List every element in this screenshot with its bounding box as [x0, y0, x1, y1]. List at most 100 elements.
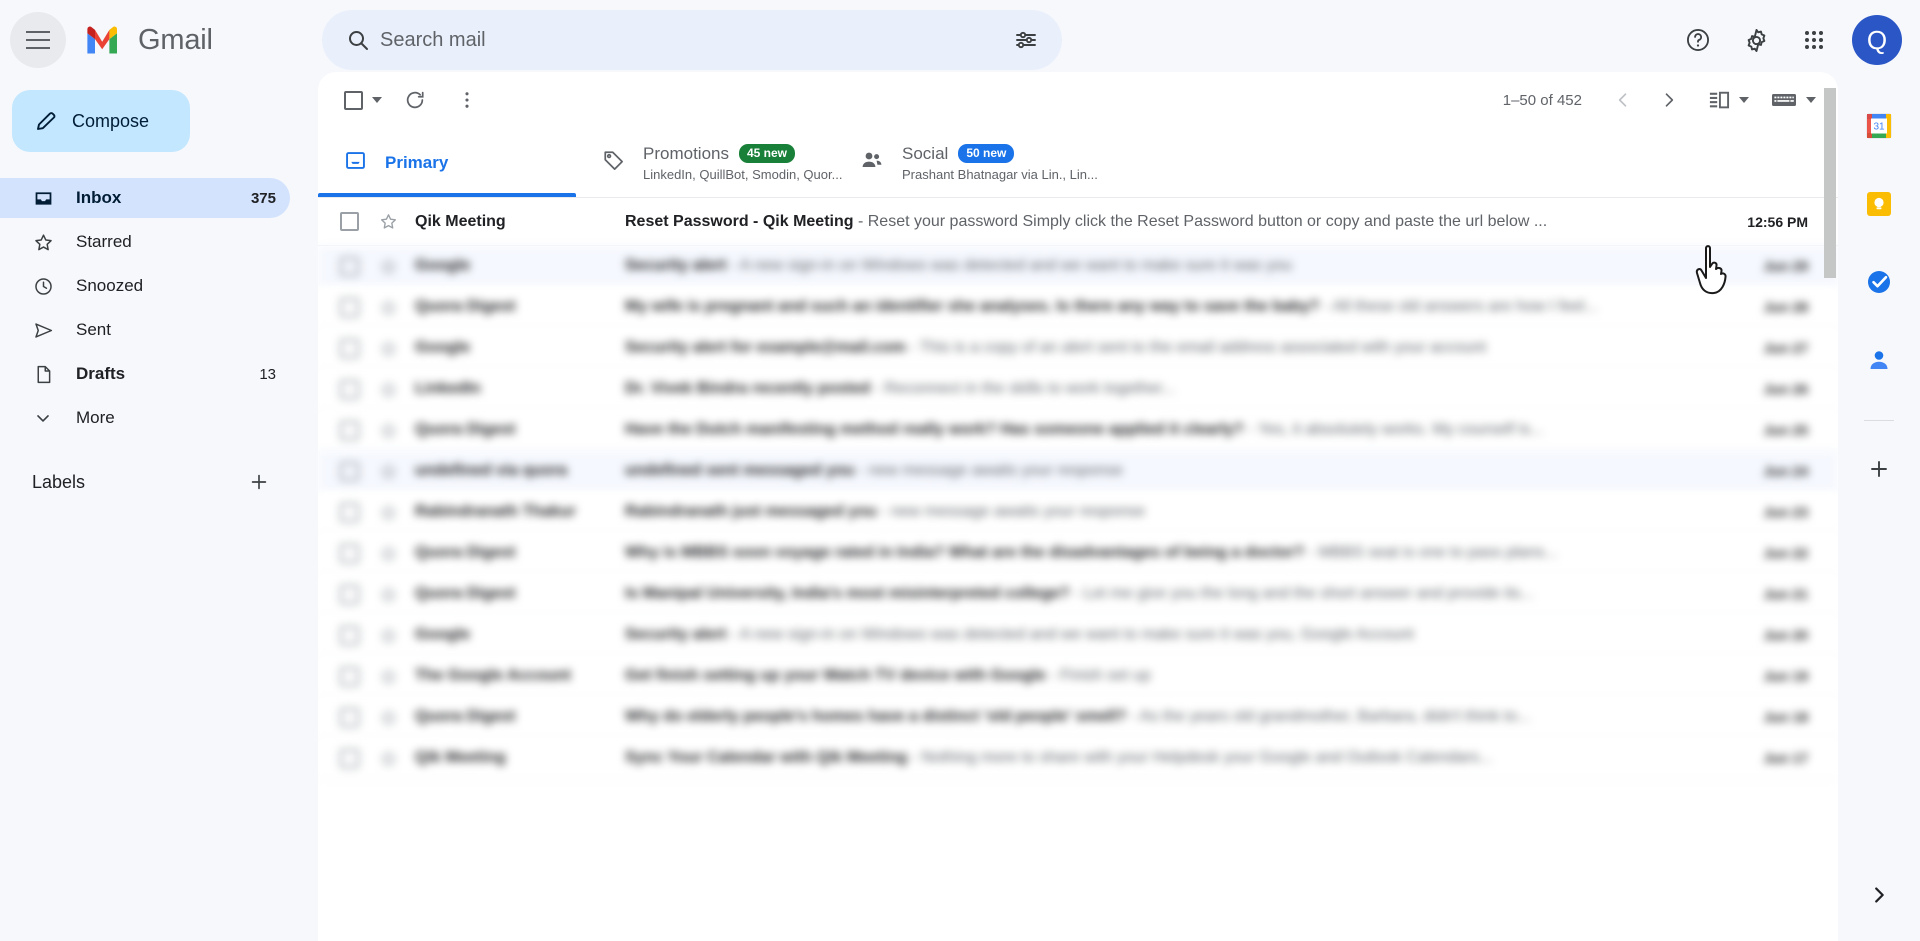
- row-checkbox[interactable]: [340, 257, 359, 276]
- star-outline-icon[interactable]: [371, 626, 405, 645]
- star-outline-icon[interactable]: [371, 380, 405, 399]
- table-row[interactable]: The Google AccountGet finish setting up …: [318, 656, 1838, 697]
- table-row[interactable]: GoogleSecurity alert - A new sign-in on …: [318, 615, 1838, 656]
- row-checkbox[interactable]: [340, 708, 359, 727]
- sidebar-item-label: Sent: [76, 320, 254, 340]
- star-outline-icon[interactable]: [371, 749, 405, 768]
- scrollbar-thumb[interactable]: [1824, 88, 1836, 278]
- table-row[interactable]: Rabindranath ThakurRabindranath just mes…: [318, 492, 1838, 533]
- main-menu-button[interactable]: [10, 12, 66, 68]
- email-timestamp: Jun 19: [1728, 668, 1838, 684]
- compose-button[interactable]: Compose: [12, 90, 190, 152]
- select-all-control[interactable]: [340, 87, 384, 114]
- sidebar-item-inbox[interactable]: Inbox 375: [0, 178, 290, 218]
- row-checkbox[interactable]: [340, 339, 359, 358]
- row-checkbox[interactable]: [340, 462, 359, 481]
- expand-panel-button[interactable]: [1855, 871, 1903, 919]
- google-apps-button[interactable]: [1788, 14, 1840, 66]
- top-right-actions: Q: [1672, 10, 1902, 70]
- row-checkbox[interactable]: [340, 298, 359, 317]
- email-sender: Quora Digest: [415, 585, 625, 603]
- email-timestamp: Jun 20: [1728, 627, 1838, 643]
- side-apps-rail: 31: [1838, 80, 1920, 941]
- star-outline-icon[interactable]: [371, 503, 405, 522]
- calendar-icon[interactable]: 31: [1855, 102, 1903, 150]
- tab-promotions[interactable]: Promotions 45 new LinkedIn, QuillBot, Sm…: [576, 128, 834, 197]
- star-outline-icon[interactable]: [371, 544, 405, 563]
- settings-button[interactable]: [1730, 14, 1782, 66]
- sidebar-item-starred[interactable]: Starred: [0, 222, 290, 262]
- tab-social[interactable]: Social 50 new Prashant Bhatnagar via Lin…: [834, 128, 1092, 197]
- add-app-button[interactable]: [1855, 445, 1903, 493]
- table-row[interactable]: Quora DigestWhy is MBBS soon voyage rate…: [318, 533, 1838, 574]
- row-checkbox[interactable]: [340, 380, 359, 399]
- star-outline-icon[interactable]: [371, 585, 405, 604]
- contacts-icon[interactable]: [1855, 336, 1903, 384]
- rail-divider: [1864, 420, 1894, 421]
- row-checkbox[interactable]: [340, 749, 359, 768]
- draft-file-icon: [32, 364, 54, 385]
- star-outline-icon[interactable]: [371, 421, 405, 440]
- search-filter-button[interactable]: [1004, 18, 1048, 62]
- more-options-button[interactable]: [446, 79, 488, 121]
- avatar[interactable]: Q: [1852, 15, 1902, 65]
- table-row[interactable]: Qik MeetingSync Your Calendar with Qik M…: [318, 738, 1838, 779]
- star-outline-icon[interactable]: [371, 212, 405, 231]
- email-subject: undefined sent messaged you: [625, 462, 854, 479]
- tab-primary[interactable]: Primary: [318, 128, 576, 197]
- email-subject: Why do elderly people's homes have a dis…: [625, 708, 1126, 725]
- email-snippet: - Reconnect in the skills to work togeth…: [870, 380, 1175, 397]
- search-bar[interactable]: [322, 10, 1062, 70]
- row-checkbox[interactable]: [340, 585, 359, 604]
- sidebar-item-more[interactable]: More: [0, 398, 290, 438]
- row-checkbox[interactable]: [340, 544, 359, 563]
- star-outline-icon[interactable]: [371, 462, 405, 481]
- plus-icon: [248, 471, 270, 493]
- email-sender: The Google Account: [415, 667, 625, 685]
- list-scrollbar[interactable]: [1824, 72, 1836, 941]
- refresh-button[interactable]: [394, 79, 436, 121]
- table-row[interactable]: GoogleSecurity alert - A new sign-in on …: [318, 246, 1838, 287]
- table-row[interactable]: Quora DigestWhy do elderly people's home…: [318, 697, 1838, 738]
- star-outline-icon[interactable]: [371, 339, 405, 358]
- chevron-down-icon[interactable]: [372, 97, 382, 103]
- row-checkbox[interactable]: [340, 212, 359, 231]
- split-pane-button[interactable]: [1704, 84, 1753, 116]
- sidebar-item-sent[interactable]: Sent: [0, 310, 290, 350]
- help-button[interactable]: [1672, 14, 1724, 66]
- table-row[interactable]: Qik MeetingReset Password - Qik Meeting …: [318, 198, 1838, 246]
- email-snippet: - A new sign-in on Windows was detected …: [726, 257, 1292, 274]
- checkbox-icon[interactable]: [344, 91, 363, 110]
- table-row[interactable]: LinkedInDr. Vivek Bindra recently posted…: [318, 369, 1838, 410]
- plus-icon: [1867, 457, 1891, 481]
- star-outline-icon[interactable]: [371, 667, 405, 686]
- tab-label: Primary: [385, 153, 448, 173]
- star-outline-icon[interactable]: [371, 298, 405, 317]
- add-label-button[interactable]: [242, 465, 276, 499]
- table-row[interactable]: Quora DigestHave the Dutch manifesting m…: [318, 410, 1838, 451]
- row-checkbox[interactable]: [340, 626, 359, 645]
- row-checkbox[interactable]: [340, 503, 359, 522]
- tasks-icon[interactable]: [1855, 258, 1903, 306]
- table-row[interactable]: undefined via quoraundefined sent messag…: [318, 451, 1838, 492]
- keep-icon[interactable]: [1855, 180, 1903, 228]
- email-timestamp: Jun 22: [1728, 545, 1838, 561]
- previous-page-button[interactable]: [1602, 79, 1644, 121]
- table-row[interactable]: Quora DigestIs Manipal University, India…: [318, 574, 1838, 615]
- row-checkbox[interactable]: [340, 667, 359, 686]
- input-tools-button[interactable]: [1767, 85, 1820, 115]
- toolbar-right: 1–50 of 452: [1503, 79, 1820, 121]
- chevron-right-icon: [1868, 884, 1890, 906]
- sidebar-item-snoozed[interactable]: Snoozed: [0, 266, 290, 306]
- search-input[interactable]: [380, 29, 1004, 52]
- gmail-brand[interactable]: Gmail: [84, 23, 213, 57]
- star-outline-icon[interactable]: [371, 257, 405, 276]
- row-checkbox[interactable]: [340, 421, 359, 440]
- table-row[interactable]: GoogleSecurity alert for example@mail.co…: [318, 328, 1838, 369]
- star-icon: [32, 232, 54, 253]
- email-subject: Dr. Vivek Bindra recently posted: [625, 380, 870, 397]
- next-page-button[interactable]: [1648, 79, 1690, 121]
- star-outline-icon[interactable]: [371, 708, 405, 727]
- sidebar-item-drafts[interactable]: Drafts 13: [0, 354, 290, 394]
- table-row[interactable]: Quora DigestMy wife is pregnant and such…: [318, 287, 1838, 328]
